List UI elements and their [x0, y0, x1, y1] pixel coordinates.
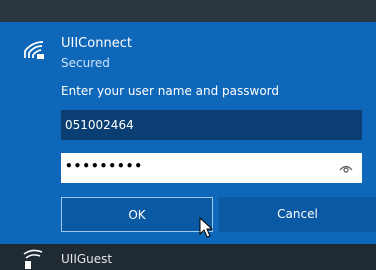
password-input[interactable]: •••••••••	[61, 153, 362, 183]
username-value: 051002464	[65, 118, 134, 132]
network-status: Secured	[61, 56, 110, 70]
network-name: UIIGuest	[61, 252, 113, 266]
username-input[interactable]: 051002464	[61, 110, 362, 140]
network-list-item[interactable]: UIIGuest	[0, 244, 376, 269]
wifi-shield-icon	[23, 249, 43, 269]
mouse-pointer-icon	[199, 217, 214, 238]
top-strip	[0, 0, 376, 22]
cancel-button[interactable]: Cancel	[219, 197, 376, 232]
password-value: •••••••••	[65, 159, 144, 173]
network-name: UIIConnect	[61, 36, 132, 51]
ok-button[interactable]: OK	[61, 197, 213, 232]
credentials-prompt: Enter your user name and password	[61, 84, 280, 98]
eye-icon[interactable]	[338, 161, 354, 175]
wifi-icon	[24, 41, 44, 59]
network-panel: UIIConnect Secured Enter your user name …	[0, 22, 376, 244]
